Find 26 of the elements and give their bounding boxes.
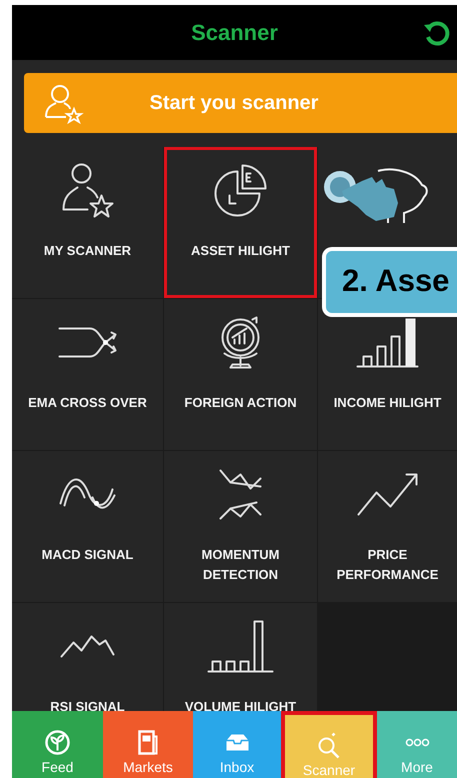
trend-arrow-icon <box>357 472 418 516</box>
volume-bars-icon <box>207 620 274 672</box>
callout-tooltip: 2. Asse <box>322 247 457 317</box>
scanner-tile[interactable]: PRICE PERFORMANCE <box>318 451 457 602</box>
wave-icon <box>59 478 116 510</box>
inbox-icon <box>224 732 250 752</box>
globe-chart-icon <box>221 316 260 368</box>
newspaper-icon <box>138 730 158 754</box>
scanner-tile[interactable]: MY SCANNER <box>12 147 163 298</box>
line-chart-icon <box>60 634 115 658</box>
screen-title: Scanner <box>191 20 278 46</box>
search-icon <box>318 732 340 758</box>
user-star-icon <box>62 162 114 218</box>
dots-icon <box>404 738 430 746</box>
scanner-tile[interactable]: RSI SIGNAL <box>12 603 163 711</box>
scanner-tile[interactable]: FOREIGN ACTION <box>164 299 317 450</box>
scanner-tile[interactable]: MACD SIGNAL <box>12 451 163 602</box>
scanner-tile[interactable]: MOMENTUM DETECTION <box>164 451 317 602</box>
scanner-tile[interactable]: VOLUME HILIGHT <box>164 603 317 711</box>
leaf-icon <box>45 730 70 754</box>
pie-chart-icon <box>214 164 267 216</box>
scanner-tile[interactable]: ASSET HILIGHT <box>164 147 317 298</box>
bar-chart-icon <box>356 316 419 368</box>
crossing-lines-icon <box>58 326 117 358</box>
zigzag-lines-icon <box>219 468 262 520</box>
scanner-tile[interactable]: EMA CROSS OVER <box>12 299 163 450</box>
